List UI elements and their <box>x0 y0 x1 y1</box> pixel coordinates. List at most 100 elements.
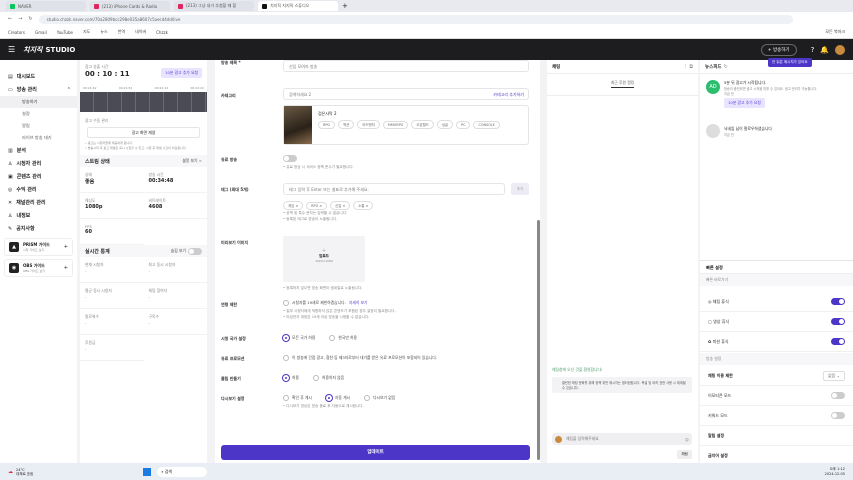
unread-tooltip[interactable]: 안 읽은 메시지가 있어요 <box>768 58 812 67</box>
url-input[interactable]: studio.chzzk.naver.com/70a2809bcc298e035… <box>38 14 793 24</box>
age-detail-link[interactable]: 자세히 보기 <box>349 300 368 306</box>
sidebar-item-channel[interactable]: ✕ 채널관리 관리 <box>0 196 77 209</box>
reload-icon[interactable]: ↻ <box>28 16 32 22</box>
sidebar-item-notice[interactable]: ✎ 공지사항 <box>0 222 77 235</box>
country-all-radio[interactable]: 모든 국가 허용 <box>283 335 315 341</box>
forward-icon[interactable]: → <box>18 16 22 22</box>
plus-icon: + <box>63 244 68 250</box>
chat-send-button[interactable]: 채팅 <box>677 450 692 459</box>
add-ad-button[interactable]: 10분 광고 추가 요청 <box>724 98 765 108</box>
new-tab-icon[interactable]: + <box>342 2 348 10</box>
taskbar-search[interactable]: ⌕ 검색 <box>157 466 208 477</box>
emoji-icon[interactable]: ☺ <box>685 437 689 442</box>
browser-tab[interactable]: NAVER <box>6 1 86 11</box>
replay-auto-radio[interactable]: 자동 게시 <box>325 395 350 401</box>
chat-input[interactable]: 채팅을 입력해주세요 ☺ <box>552 433 692 445</box>
tag-chip[interactable]: 게임 × <box>283 201 304 210</box>
sidebar-sub-live[interactable]: 방송하기 <box>0 96 77 108</box>
browser-tab-active[interactable]: 치지직 지지직 스튜디오 <box>258 1 338 11</box>
windows-start-icon[interactable] <box>143 467 152 476</box>
keyword-mode-toggle[interactable] <box>831 412 845 419</box>
emoji-mode-toggle[interactable] <box>831 392 845 399</box>
sidebar-item-broadcast[interactable]: ▭ 방송 관리 ⌃ <box>0 83 77 96</box>
sidebar-sub-alerts[interactable]: 알림 <box>0 120 77 132</box>
bookmark[interactable]: Chzzk <box>156 30 168 35</box>
refresh-icon[interactable]: ↻ <box>724 64 728 70</box>
alert-settings-link[interactable]: 알림 설정 <box>700 426 853 446</box>
clip-allow-radio[interactable]: 허용 <box>283 375 299 381</box>
tools-icon: ✕ <box>8 199 13 206</box>
studio-header: ☰ 치지직 STUDIO + 방송하기 ? 🔔 <box>0 39 853 60</box>
bookmark[interactable]: YouTube <box>57 30 73 35</box>
slow-mode-select[interactable]: 없음 ⌄ <box>823 370 845 381</box>
country-kr-radio[interactable]: 한국만 허용 <box>329 335 357 341</box>
bell-icon[interactable]: 🔔 <box>820 46 829 54</box>
follower-avatar <box>706 124 720 138</box>
bookmark[interactable]: Gmail <box>35 30 47 35</box>
mission-break-toggle[interactable] <box>831 338 845 345</box>
tag-chip[interactable]: RPG × <box>306 202 328 210</box>
form-scrollbar[interactable] <box>537 220 540 460</box>
stream-settings-link[interactable]: 설정 보기 > <box>182 158 202 164</box>
age-restrict-radio[interactable]: 시청자를 19세로 제한하겠습니다. 자세히 보기 <box>283 300 368 306</box>
bookmark[interactable]: Creators <box>8 30 25 35</box>
tag-add-button[interactable]: 추가 <box>511 183 529 195</box>
sidebar-item-viewers[interactable]: ♙ 시청자 관리 <box>0 157 77 170</box>
chevron-up-icon: ⌃ <box>66 86 71 93</box>
menu-icon[interactable]: ☰ <box>8 45 15 54</box>
realtime-stats-header: 실시간 통계 숨김 보기 <box>80 245 207 257</box>
popout-icon[interactable]: ⋮ ⧉ <box>683 64 693 70</box>
bookmark[interactable]: 네이버 <box>135 29 146 35</box>
tag-chip[interactable]: 신입 × <box>330 201 351 210</box>
bookmark[interactable]: 지도 <box>83 29 90 35</box>
ad-timeline[interactable] <box>80 92 207 112</box>
replay-none-radio[interactable]: 다시보기 없음 <box>364 395 395 401</box>
ad-manual-button[interactable]: 광고 화면 재생 <box>87 127 200 138</box>
tag-input[interactable]: 태그 입력 후 Enter 또는 쉼표로 추가해 주세요. <box>283 183 505 195</box>
broadcast-settings-form: 방송 제목 * 신입 모여라 방송 카테고리 검색하세요 2 카테고리 추가하기 … <box>215 60 540 463</box>
browser-tab[interactable]: (213) 그냥 내가 추첨할 때 할 <box>174 1 254 11</box>
add-ad-button[interactable]: 10분 광고 추가 요청 <box>161 68 202 78</box>
help-icon[interactable]: ? <box>811 46 815 54</box>
sidebar-item-dashboard[interactable]: ▤ 대시보드 <box>0 70 77 83</box>
replay-review-radio[interactable]: 확인 후 게시 <box>283 395 312 401</box>
bookmark[interactable]: 번역 <box>118 29 125 35</box>
windows-taskbar: ☁ 24°C 대체로 흐림 ⌕ 검색 오후 1:12 2024-12-05 <box>0 463 853 480</box>
content-icon: ▣ <box>8 173 13 180</box>
clip-deny-radio[interactable]: 허용하지 않음 <box>313 375 344 381</box>
sidebar-item-revenue[interactable]: ◎ 수익 관리 <box>0 183 77 196</box>
obs-icon: ◉ <box>9 263 19 273</box>
sidebar-item-content[interactable]: ▣ 콘텐츠 관리 <box>0 170 77 183</box>
chat-rules-notice: 클린한 채팅 문화를 위해 정책 위반 메시지는 필터링됩니다. 욕설 및 비하… <box>552 377 692 393</box>
realtime-toggle[interactable] <box>188 247 202 255</box>
title-input[interactable]: 신입 모여라 방송 <box>283 60 529 72</box>
prism-guide[interactable]: ▲ PRISM 가이드 시작 가이드 보기 + <box>4 238 73 256</box>
category-add-button[interactable]: 카테고리 추가하기 <box>493 89 524 99</box>
video-break-toggle[interactable] <box>831 318 845 325</box>
chart-icon: ▥ <box>8 147 13 154</box>
tab-donation-ranking[interactable]: 최근 후원 랭킹 <box>610 80 635 88</box>
browser-tab[interactable]: (213) iPhone Cards & Radio <box>90 1 170 11</box>
logo[interactable]: 치지직 STUDIO <box>23 45 75 55</box>
category-search[interactable]: 검색하세요 2 카테고리 추가하기 <box>283 88 529 100</box>
megaphone-icon: ✎ <box>8 225 13 232</box>
quick-settings: 빠른 설정 빠른 바로가기 ◎ 채팅 휴식 ▢ 영상 휴식 ✿ 미션 휴식 방송… <box>700 260 853 463</box>
thumbnail-upload[interactable]: + 업로드 1920×1080 <box>283 236 365 282</box>
obs-guide[interactable]: ◉ OBS 가이드 OBS 가이드 보기 + <box>4 259 73 277</box>
paid-promo-checkbox[interactable]: 이 방송에 간접 광고, 협찬 등 제3자로부터 대가를 받은 유료 프로모션이… <box>283 355 437 361</box>
youtube-icon <box>94 3 99 9</box>
chat-break-toggle[interactable] <box>831 298 845 305</box>
sidebar-sub-waiting[interactable]: 라이브 방송 대기 <box>0 132 77 144</box>
tag-chip[interactable]: 소통 × <box>353 201 374 210</box>
update-button[interactable]: 업데이트 <box>221 445 530 460</box>
sidebar-item-analytics[interactable]: ▥ 분석 <box>0 144 77 157</box>
back-icon[interactable]: ← <box>8 16 12 22</box>
start-broadcast-button[interactable]: + 방송하기 <box>760 43 797 56</box>
avatar[interactable] <box>835 44 845 55</box>
bookmark-folder[interactable]: 모든 북마크 <box>825 29 845 35</box>
weather-icon: ☁ <box>8 468 13 475</box>
bookmark[interactable]: 뉴스 <box>100 29 107 35</box>
paid-toggle[interactable] <box>283 155 297 162</box>
sidebar-sub-settings[interactable]: 설정 <box>0 108 77 120</box>
sidebar-item-profile[interactable]: ♙ 내정보 <box>0 209 77 222</box>
